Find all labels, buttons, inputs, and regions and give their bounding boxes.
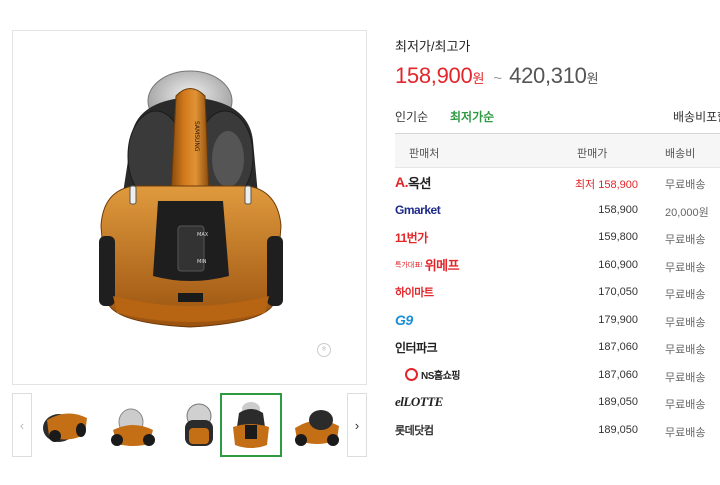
price-range-label: 최저가/최고가 (395, 39, 471, 54)
seller-name: 하이마트 (395, 287, 434, 299)
highest-price-unit: 원 (586, 71, 599, 86)
ellotte-logo[interactable]: elLOTTE (395, 394, 443, 410)
watermark-icon: ㅎ (317, 343, 331, 357)
seller-name: 위메프 (424, 258, 460, 273)
table-row[interactable]: A. 옥션 최저 158,900 무료배송 (395, 168, 720, 196)
ns-homeshopping-logo[interactable]: NS홈쇼핑 (405, 367, 461, 383)
table-row[interactable]: 특가대표! 위메프 160,900 무료배송 (395, 251, 720, 279)
thumbnail-vacuum-image (43, 413, 87, 442)
seller-name: 옥션 (408, 175, 431, 191)
seller-name: 11번가 (395, 230, 428, 245)
lowest-price: 158,900 (395, 63, 473, 88)
table-row[interactable]: 11번가 159,800 무료배송 (395, 223, 720, 251)
row-shipping: 무료배송 (665, 344, 706, 356)
gmarket-logo[interactable]: Gmarket (395, 202, 441, 218)
row-shipping: 무료배송 (665, 371, 706, 384)
row-price: 160,900 (598, 258, 638, 271)
seller-name: G9 (395, 311, 413, 328)
table-row[interactable]: 롯데닷컴 189,050 무료배송 (395, 416, 720, 444)
ns-circle-icon (405, 368, 418, 381)
device-brand-text: SAMSUNG (193, 121, 200, 152)
11st-logo[interactable]: 11번가 (395, 229, 428, 245)
row-shipping: 20,000원 (665, 206, 709, 219)
header-seller: 판매처 (409, 148, 440, 160)
row-shipping: 무료배송 (665, 399, 706, 411)
row-shipping: 무료배송 (665, 261, 706, 274)
thumbnail-vacuum-image (295, 410, 339, 446)
interpark-logo[interactable]: 인터파크 (395, 339, 438, 355)
thumbnail-vacuum-image (111, 408, 155, 446)
price-summary: 최저가/최고가 158,900원 ~420,310원 (395, 36, 720, 92)
price-range: 158,900원 ~420,310원 (395, 63, 720, 92)
thumbnail-prev-button[interactable]: ‹ (12, 393, 32, 457)
chevron-right-icon: › (354, 417, 360, 433)
thumbnail-next-button[interactable]: › (347, 393, 367, 457)
row-shipping: 무료배송 (665, 316, 706, 329)
main-product-image: SAMSUNG MAX MIN ㅎ (12, 30, 367, 385)
thumbnail-2[interactable] (102, 393, 164, 457)
row-price: 187,060 (598, 341, 638, 353)
chevron-left-icon: ‹ (19, 417, 25, 433)
dial-min-text: MIN (197, 259, 207, 265)
auction-logo-mark: A. (395, 174, 409, 190)
thumbnail-5[interactable] (286, 393, 348, 457)
row-price: 189,050 (598, 423, 638, 436)
g9-logo[interactable]: G9 (395, 312, 413, 328)
row-price: 187,060 (598, 368, 638, 381)
auction-logo[interactable]: A. 옥션 (395, 174, 431, 191)
seller-name: elLOTTE (395, 394, 443, 409)
wemakeprice-logo[interactable]: 특가대표! 위메프 (395, 257, 460, 273)
thumbnail-strip: ‹ › (12, 393, 367, 457)
row-price: 189,050 (598, 396, 638, 408)
wemakeprice-tagline: 특가대표! (395, 261, 423, 269)
table-row[interactable]: G9 179,900 무료배송 (395, 306, 720, 334)
thumbnail-4-selected[interactable] (220, 393, 282, 457)
header-shipping: 배송비 (665, 148, 696, 160)
row-price: 179,900 (598, 313, 638, 326)
sort-tab-popular[interactable]: 인기순 (395, 108, 428, 125)
sort-tab-including-shipping[interactable]: 배송비포함 (673, 108, 720, 125)
price-separator: ~ (493, 70, 503, 87)
highest-price: 420,310 (509, 63, 587, 88)
table-row[interactable]: 인터파크 187,060 무료배송 (395, 333, 720, 361)
table-row[interactable]: 하이마트 170,050 무료배송 (395, 278, 720, 306)
seller-name: 롯데닷컴 (395, 424, 434, 437)
vacuum-cleaner-image: SAMSUNG MAX MIN (99, 70, 283, 328)
dial-max-text: MAX (197, 232, 209, 238)
lowest-price-unit: 원 (472, 71, 485, 86)
row-shipping: 무료배송 (665, 289, 706, 301)
table-row[interactable]: NS홈쇼핑 187,060 무료배송 (395, 361, 720, 389)
table-header: 판매처 판매가 배송비 (395, 134, 720, 168)
seller-name: Gmarket (395, 202, 441, 217)
thumbnail-vacuum-image (185, 403, 213, 446)
table-row[interactable]: Gmarket 158,900 20,000원 (395, 196, 720, 224)
sort-tab-lowest-price[interactable]: 최저가순 (450, 108, 494, 125)
himart-logo[interactable]: 하이마트 (395, 284, 434, 300)
row-shipping: 무료배송 (665, 234, 706, 246)
row-price: 최저 158,900 (574, 179, 638, 191)
header-price: 판매가 (577, 148, 608, 160)
sort-tabs: 인기순 최저가순 배송비포함 (395, 108, 720, 124)
row-shipping: 무료배송 (665, 426, 706, 439)
seller-name: 인터파크 (395, 340, 438, 355)
seller-price-table: 판매처 판매가 배송비 A. 옥션 최저 158,900 무료배송 Gmarket… (395, 133, 720, 443)
thumbnail-1[interactable] (36, 393, 98, 457)
row-price: 158,900 (598, 203, 638, 216)
table-row[interactable]: elLOTTE 189,050 무료배송 (395, 388, 720, 416)
row-shipping: 무료배송 (665, 179, 706, 191)
seller-name: NS홈쇼핑 (421, 371, 461, 382)
row-price: 159,800 (598, 231, 638, 243)
thumbnail-vacuum-image (233, 402, 269, 448)
lottecom-logo[interactable]: 롯데닷컴 (395, 422, 434, 438)
row-price: 170,050 (598, 286, 638, 298)
